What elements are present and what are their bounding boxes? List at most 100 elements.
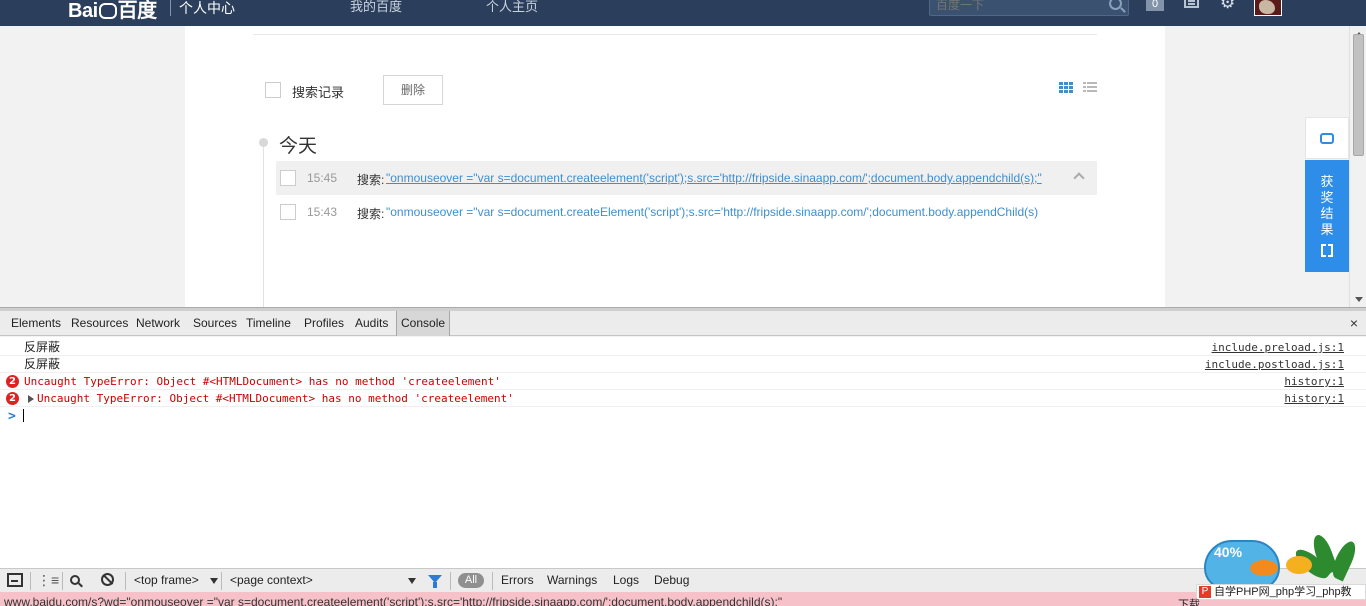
- page-background: 搜索记录 删除 今天 15:45 搜索: "onmouseover ="var …: [0, 26, 1366, 307]
- divider: [30, 572, 31, 590]
- scroll-down-arrow-icon[interactable]: [1355, 297, 1363, 302]
- top-navbar: Bai 百度 个人中心 我的百度 个人主页 0 ⚙: [0, 0, 1366, 26]
- filter-logs[interactable]: Logs: [613, 569, 639, 592]
- divider: [125, 572, 126, 590]
- widget-badge: P: [1199, 586, 1211, 598]
- console-source-link[interactable]: include.preload.js:1: [1212, 339, 1344, 356]
- tab-profiles[interactable]: Profiles: [304, 311, 344, 336]
- prize-results-char: 获: [1320, 174, 1334, 189]
- tab-sources[interactable]: Sources: [193, 311, 237, 336]
- context-select-value: <page context>: [230, 573, 313, 587]
- desktop-fish-widget[interactable]: 40% P 自学PHP网_php学习_php教 下载: [1178, 530, 1366, 606]
- search-icon[interactable]: [70, 575, 80, 585]
- console-message: 反屏蔽 include.preload.js:1: [0, 339, 1366, 356]
- row-query-link[interactable]: "onmouseover ="var s=document.createElem…: [386, 205, 1038, 219]
- chevron-up-icon[interactable]: [1073, 172, 1085, 184]
- tab-network[interactable]: Network: [136, 311, 180, 336]
- prize-results-button[interactable]: 获奖结果: [1305, 160, 1349, 272]
- divider: [492, 572, 493, 590]
- frame-select[interactable]: <top frame>: [134, 569, 218, 592]
- dock-icon[interactable]: [7, 573, 23, 587]
- browser-status-url: www.baidu.com/s?wd="onmouseover ="var s=…: [0, 592, 1366, 606]
- tab-resources[interactable]: Resources: [71, 311, 128, 336]
- select-all-checkbox[interactable]: [265, 82, 281, 98]
- console-error[interactable]: 2 Uncaught TypeError: Object #<HTMLDocum…: [0, 390, 1366, 407]
- console-panel[interactable]: 反屏蔽 include.preload.js:1 反屏蔽 include.pos…: [0, 337, 1366, 568]
- divider: [221, 572, 222, 590]
- prize-results-char: 结: [1320, 206, 1334, 221]
- row-time: 15:45: [307, 171, 338, 185]
- console-prompt-icon: >: [8, 409, 16, 424]
- widget-tagline[interactable]: P 自学PHP网_php学习_php教: [1196, 584, 1366, 600]
- baidu-logo[interactable]: Bai 百度: [68, 0, 157, 23]
- row-checkbox[interactable]: [280, 204, 296, 220]
- tab-timeline[interactable]: Timeline: [246, 311, 291, 336]
- chat-bubble-icon: [1320, 133, 1334, 144]
- notification-count-badge[interactable]: 0: [1146, 0, 1164, 11]
- expand-triangle-icon[interactable]: [28, 395, 34, 403]
- delete-button[interactable]: 删除: [383, 75, 443, 105]
- console-message-text: 反屏蔽: [24, 357, 61, 371]
- show-drawer-icon[interactable]: ⋮≡: [37, 573, 59, 587]
- gift-icon: [1321, 244, 1333, 257]
- messages-icon[interactable]: [1184, 0, 1199, 8]
- search-icon[interactable]: [1109, 0, 1122, 10]
- row-checkbox[interactable]: [280, 170, 296, 186]
- error-count-badge: 2: [6, 392, 19, 405]
- tab-elements[interactable]: Elements: [11, 311, 61, 336]
- devtools-status-bar: ⋮≡ <top frame> <page context> All Errors…: [0, 568, 1366, 592]
- history-row[interactable]: 15:45 搜索: "onmouseover ="var s=document.…: [276, 161, 1097, 195]
- list-view-icon[interactable]: [1083, 82, 1097, 94]
- context-select[interactable]: <page context>: [230, 569, 416, 592]
- feedback-button[interactable]: [1305, 117, 1349, 159]
- gear-icon[interactable]: ⚙: [1220, 0, 1235, 11]
- console-input-caret[interactable]: [23, 409, 24, 422]
- close-icon[interactable]: ×: [1350, 315, 1358, 331]
- filter-errors[interactable]: Errors: [501, 569, 534, 592]
- logo-text-left: Bai: [68, 0, 98, 22]
- paw-icon: [98, 3, 117, 19]
- nav-my-baidu[interactable]: 我的百度: [350, 0, 402, 15]
- row-time: 15:43: [307, 205, 338, 219]
- top-search-input[interactable]: [930, 0, 1090, 15]
- grid-view-icon[interactable]: [1059, 82, 1073, 94]
- devtools-tab-bar: Elements Resources Network Sources Timel…: [0, 311, 1366, 336]
- filter-warnings[interactable]: Warnings: [547, 569, 597, 592]
- avatar[interactable]: [1254, 0, 1282, 16]
- nav-personal-home[interactable]: 个人主页: [486, 0, 538, 15]
- row-prefix: 搜索:: [357, 173, 385, 187]
- error-count-badge: 2: [6, 375, 19, 388]
- divider: [62, 572, 63, 590]
- fish-icon: [1286, 556, 1312, 574]
- console-error-text: Uncaught TypeError: Object #<HTMLDocumen…: [37, 392, 514, 405]
- chevron-down-icon: [408, 578, 416, 584]
- console-message: 反屏蔽 include.postload.js:1: [0, 356, 1366, 373]
- console-source-link[interactable]: include.postload.js:1: [1205, 356, 1344, 373]
- console-source-link[interactable]: history:1: [1284, 390, 1344, 407]
- console-source-link[interactable]: history:1: [1284, 373, 1344, 390]
- filter-debug[interactable]: Debug: [654, 569, 689, 592]
- tab-console[interactable]: Console: [396, 311, 451, 336]
- filter-icon[interactable]: [428, 575, 442, 588]
- tab-audits[interactable]: Audits: [355, 311, 388, 336]
- console-message-text: 反屏蔽: [24, 340, 61, 354]
- top-search-box: [929, 0, 1129, 16]
- logo-text-right: 百度: [117, 0, 158, 22]
- page-scrollbar[interactable]: [1349, 26, 1366, 307]
- chevron-down-icon: [210, 578, 218, 584]
- history-row[interactable]: 15:43 搜索: "onmouseover ="var s=document.…: [276, 195, 1097, 229]
- day-heading: 今天: [279, 136, 318, 157]
- prize-results-char: 奖: [1320, 190, 1334, 205]
- console-error-text: Uncaught TypeError: Object #<HTMLDocumen…: [24, 375, 501, 388]
- row-prefix: 搜索:: [357, 207, 385, 221]
- filter-all-pill[interactable]: All: [458, 573, 484, 588]
- divider: [450, 572, 451, 590]
- row-query-link[interactable]: "onmouseover ="var s=document.createelem…: [386, 171, 1042, 185]
- clear-console-icon[interactable]: [101, 573, 114, 586]
- console-error: 2 Uncaught TypeError: Object #<HTMLDocum…: [0, 373, 1366, 390]
- timeline-line: [263, 144, 264, 307]
- logo-subtitle: 个人中心: [170, 0, 235, 16]
- nav-my-baidu-label: 我的百度: [350, 0, 403, 14]
- download-label[interactable]: 下载: [1178, 596, 1200, 606]
- scrollbar-thumb[interactable]: [1353, 34, 1364, 156]
